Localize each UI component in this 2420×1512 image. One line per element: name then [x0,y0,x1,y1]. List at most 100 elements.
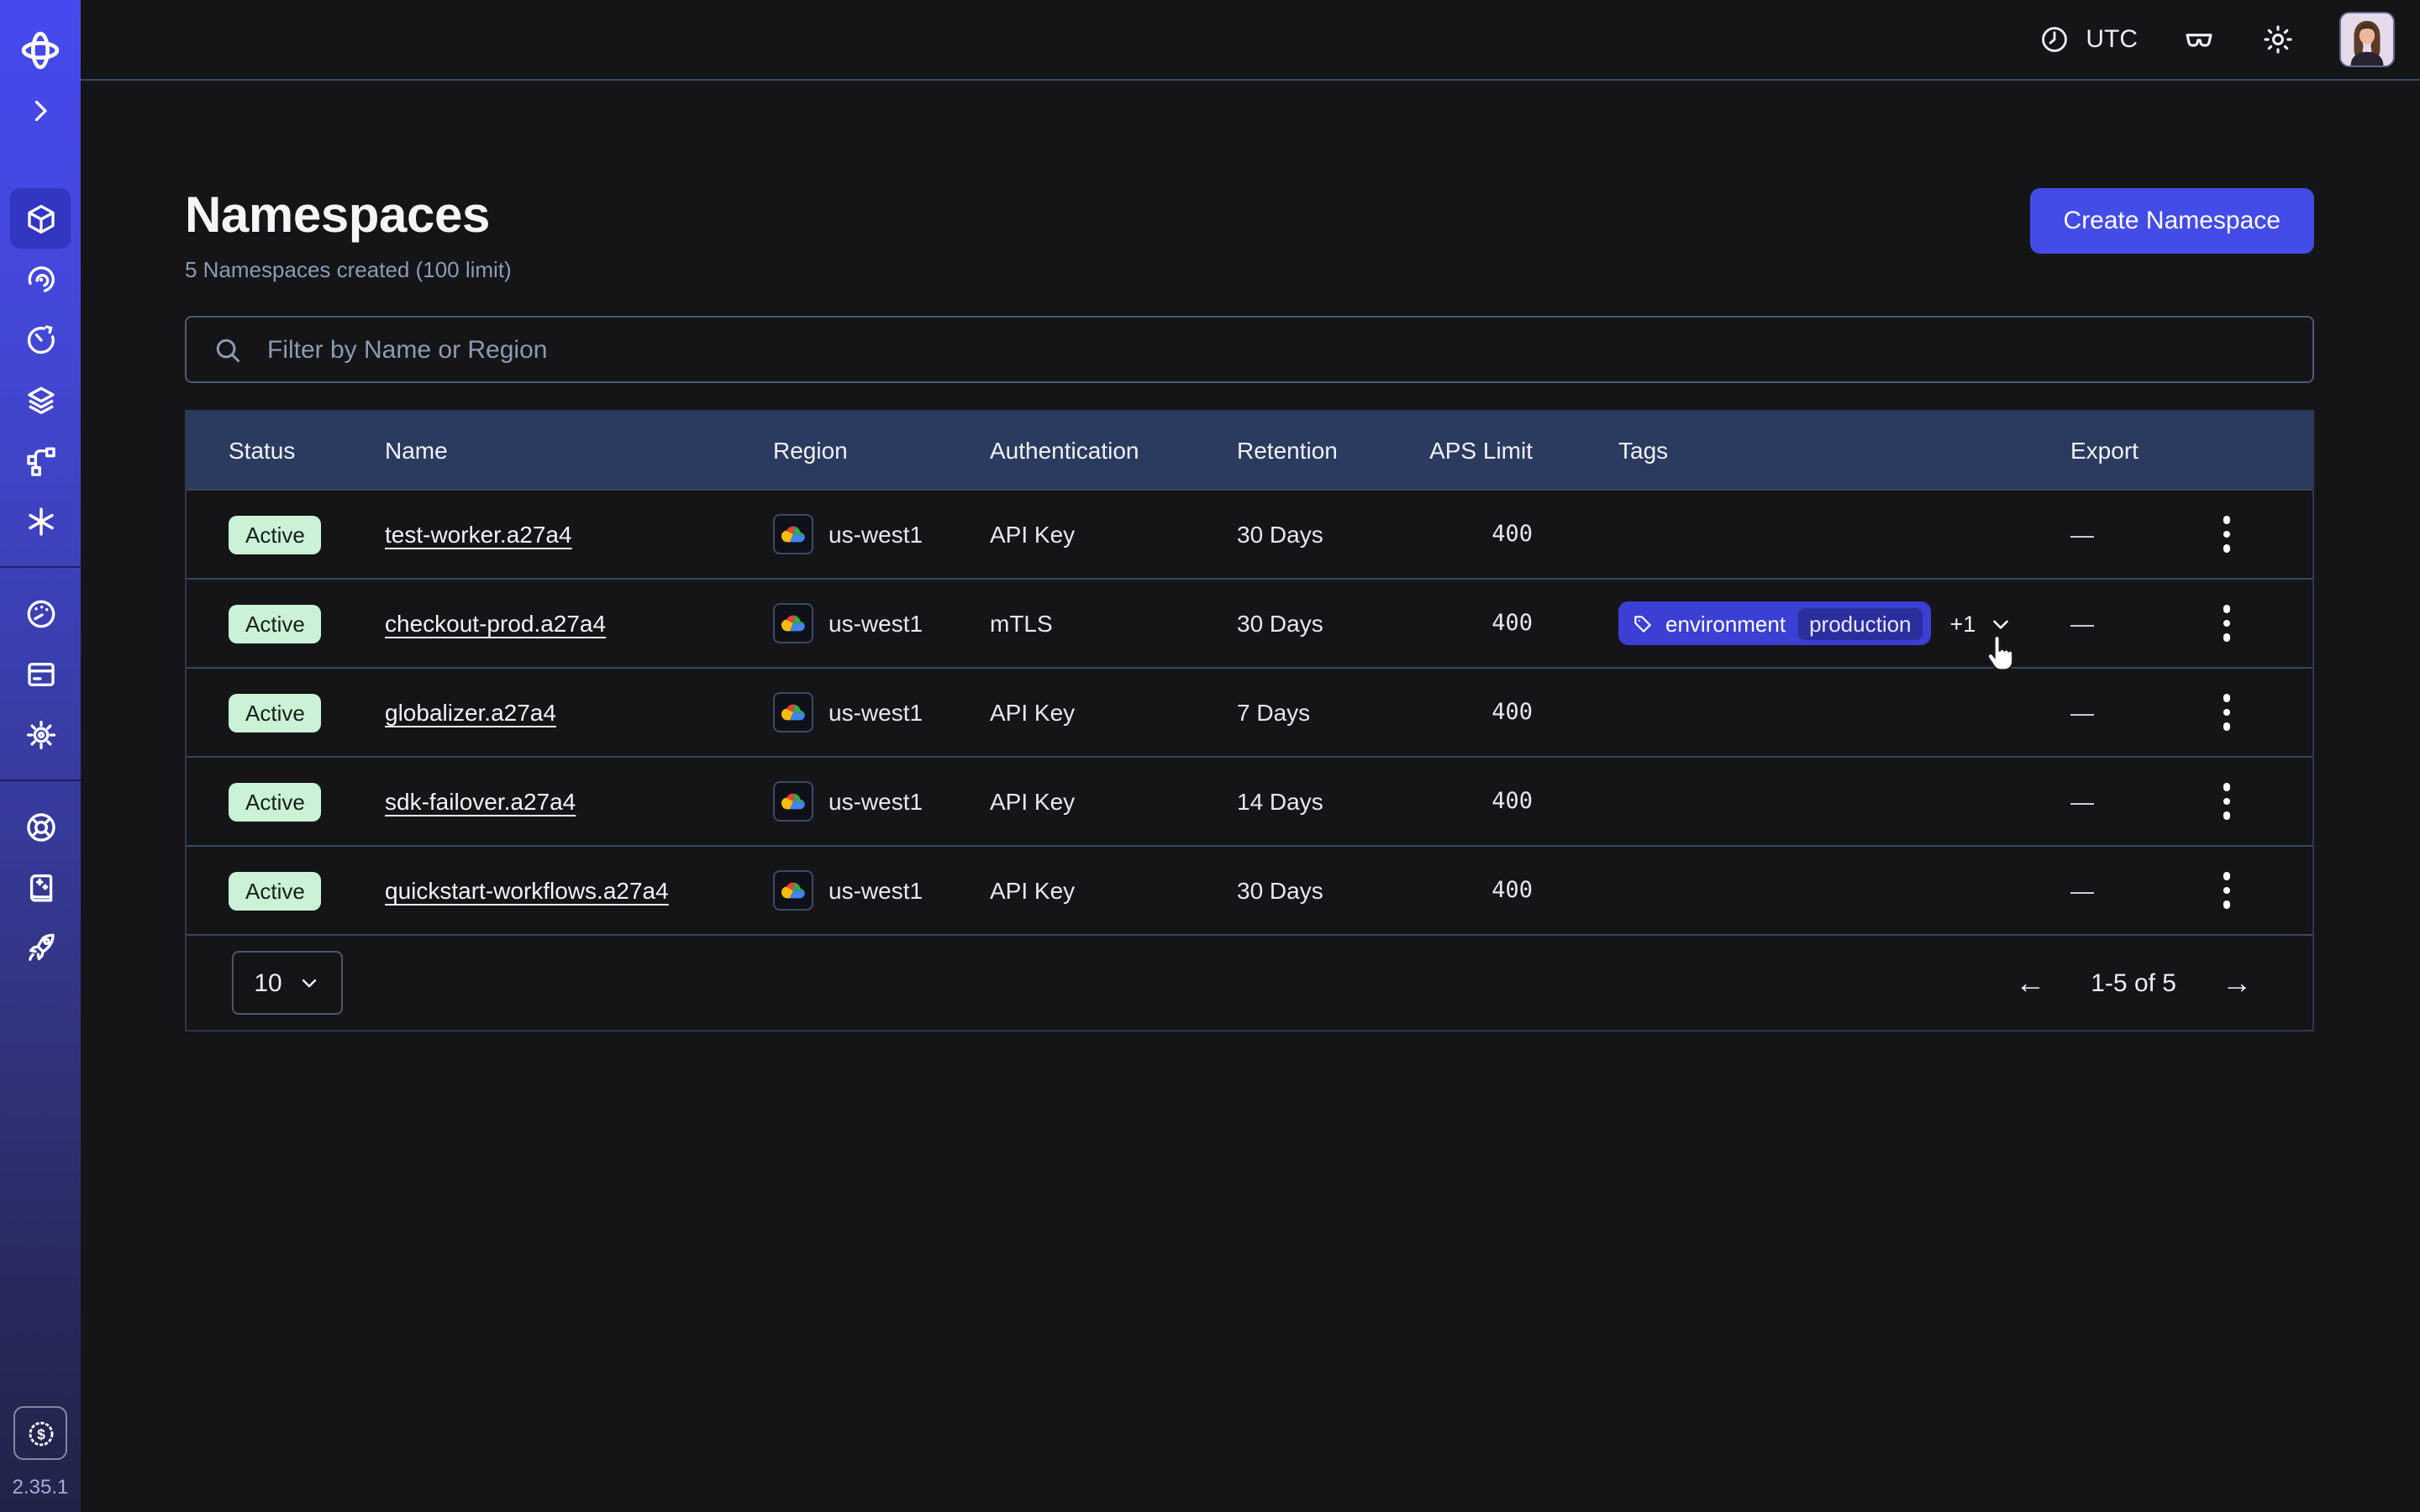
sidebar-item-schedules[interactable] [10,309,71,370]
auth-method: API Key [948,521,1195,548]
aps-limit: 400 [1388,699,1556,726]
layers-icon [23,382,58,417]
region-label: us-west1 [829,788,923,815]
sidebar-item-getting-started[interactable] [10,917,71,978]
aps-limit: 400 [1388,877,1556,904]
row-menu-kebab[interactable] [2203,778,2250,825]
tag-value: production [1797,607,1923,639]
row-menu-kebab[interactable] [2203,689,2250,736]
page-range-label: 1-5 of 5 [2091,969,2176,997]
namespace-link[interactable]: quickstart-workflows.a27a4 [385,877,669,904]
gauge-icon [23,596,58,631]
status-badge: Active [229,515,322,554]
billing-window-icon [23,656,58,691]
user-avatar[interactable] [2339,12,2395,67]
book-sparkles-icon [23,869,58,905]
clock-icon [2039,24,2070,55]
sidebar-item-docs[interactable] [10,857,71,917]
temporal-logo [10,20,71,81]
row-menu-kebab[interactable] [2203,600,2250,647]
prev-page-button[interactable]: ← [2015,968,2045,998]
sidebar-item-namespaces[interactable] [10,188,71,249]
export-value: — [2028,788,2186,815]
timezone-label: UTC [2086,25,2138,54]
aps-limit: 400 [1388,788,1556,815]
status-badge: Active [229,693,322,732]
export-value: — [2028,610,2186,637]
aps-limit: 400 [1388,610,1556,637]
auth-method: API Key [948,788,1195,815]
more-tags-count: +1 [1950,611,1976,636]
branch-icon [23,443,58,478]
table-row: Active test-worker.a27a4 us-west1 API Ke… [187,489,2312,578]
pricing-dollar-button[interactable]: $ [13,1406,67,1460]
col-region: Region [731,437,948,464]
row-menu-kebab[interactable] [2203,867,2250,914]
gear-icon [23,717,58,752]
table-row: Active globalizer.a27a4 us-west1 API Key… [187,667,2312,756]
col-aps-limit: APS Limit [1388,437,1556,464]
reader-mode-button[interactable] [2181,22,2217,57]
rocket-icon [23,930,58,965]
page-size-value: 10 [254,969,281,997]
status-badge: Active [229,871,322,910]
sidebar-divider [0,780,81,781]
retention: 7 Days [1195,699,1388,726]
sidebar-item-usage[interactable] [10,583,71,643]
col-tags: Tags [1556,437,2028,464]
retention: 30 Days [1195,610,1388,637]
sidebar-item-batch-operations[interactable] [10,491,71,551]
search-icon [212,333,244,365]
expand-tags-chevron-icon[interactable] [1987,611,2012,636]
sidebar-item-billing[interactable] [10,643,71,704]
status-badge: Active [229,782,322,821]
col-export: Export [2028,437,2186,464]
gcp-cloud-icon [773,781,813,822]
col-name: Name [343,437,731,464]
col-retention: Retention [1195,437,1388,464]
page-size-select[interactable]: 10 [232,951,343,1015]
avatar-portrait [2341,13,2393,66]
create-namespace-button[interactable]: Create Namespace [2030,188,2314,254]
row-menu-kebab[interactable] [2203,511,2250,558]
theme-toggle-button[interactable] [2260,22,2296,57]
region-label: us-west1 [829,877,923,904]
sidebar-divider [0,566,81,568]
table-header-row: Status Name Region Authentication Retent… [187,412,2312,489]
namespaces-table: Status Name Region Authentication Retent… [185,410,2314,1032]
topbar: UTC [81,0,2420,81]
sidebar-item-settings[interactable] [10,704,71,764]
svg-text:$: $ [36,1425,45,1441]
sidebar: $ 2.35.1 [0,0,81,1512]
filter-input[interactable] [264,333,2312,365]
export-value: — [2028,877,2186,904]
tag-chip[interactable]: environment production [1618,601,1932,645]
namespace-link[interactable]: test-worker.a27a4 [385,521,572,548]
namespace-link[interactable]: globalizer.a27a4 [385,699,556,726]
lifebuoy-icon [23,809,58,844]
auth-method: API Key [948,877,1195,904]
sidebar-item-nexus[interactable] [10,430,71,491]
export-value: — [2028,521,2186,548]
next-page-button[interactable]: → [2222,968,2252,998]
region-label: us-west1 [829,521,923,548]
gcp-cloud-icon [773,870,813,911]
page-subtitle: 5 Namespaces created (100 limit) [185,257,512,282]
export-value: — [2028,699,2186,726]
tag-key: environment [1665,611,1786,636]
namespace-link[interactable]: checkout-prod.a27a4 [385,610,606,637]
sidebar-item-workflows[interactable] [10,249,71,309]
sidebar-item-support[interactable] [10,796,71,857]
region-label: us-west1 [829,610,923,637]
tags-cell: environment production +1 [1556,601,2028,645]
sidebar-item-deployments[interactable] [10,370,71,430]
gcp-cloud-icon [773,603,813,643]
sun-icon [2260,22,2296,57]
timezone-selector[interactable]: UTC [2039,24,2138,55]
namespace-link[interactable]: sdk-failover.a27a4 [385,788,576,815]
col-authentication: Authentication [948,437,1195,464]
retention: 14 Days [1195,788,1388,815]
expand-sidebar-chevron-icon[interactable] [10,81,71,141]
dollar-badge-icon: $ [24,1417,56,1449]
region-label: us-west1 [829,699,923,726]
